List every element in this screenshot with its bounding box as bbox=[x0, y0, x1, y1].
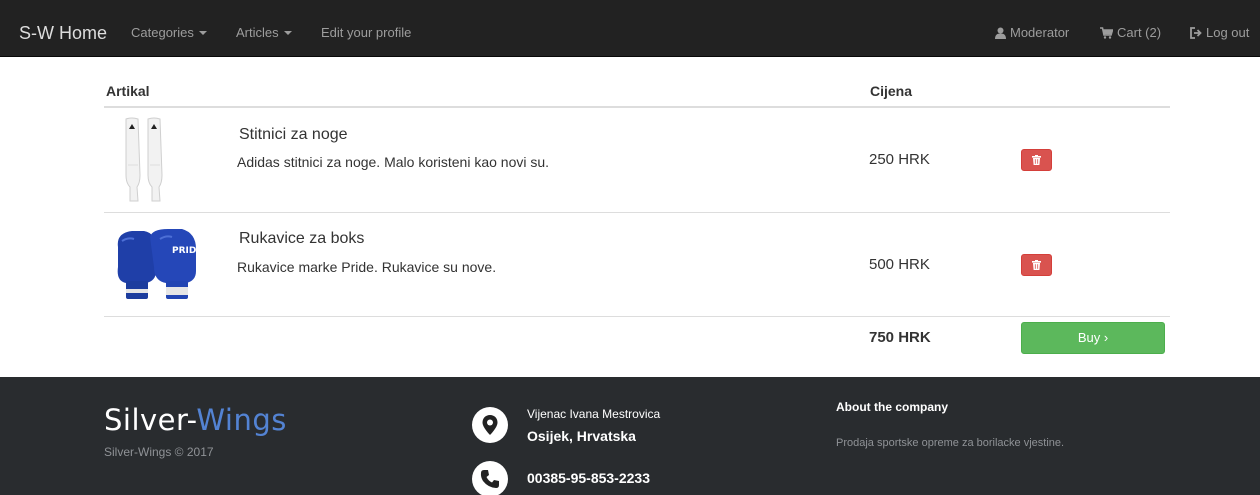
product-price: 250 HRK bbox=[869, 151, 930, 168]
about-text: Prodaja sportske opreme za borilacke vje… bbox=[836, 437, 1065, 449]
remove-item-button[interactable] bbox=[1021, 149, 1052, 171]
product-description: Adidas stitnici za noge. Malo koristeni … bbox=[237, 154, 550, 170]
column-header-item: Artikal bbox=[106, 83, 150, 99]
logout-link[interactable]: Log out bbox=[1190, 25, 1249, 41]
logo-accent-text: Wings bbox=[196, 403, 287, 437]
product-name: Rukavice za boks bbox=[239, 230, 365, 247]
phone-number: 00385-95-853-2233 bbox=[527, 470, 650, 486]
boxing-gloves-image: PRIDE bbox=[117, 229, 198, 299]
logout-label: Log out bbox=[1206, 25, 1250, 40]
user-icon bbox=[995, 27, 1006, 39]
product-description: Rukavice marke Pride. Rukavice su nove. bbox=[237, 259, 497, 275]
logout-icon bbox=[1190, 26, 1202, 39]
shin-guards-image bbox=[125, 117, 163, 202]
site-footer: Silver-Wings Silver-Wings © 2017 Vijenac… bbox=[0, 377, 1260, 495]
cart-link[interactable]: Cart (2) bbox=[1100, 25, 1161, 41]
top-navbar: S-W Home Categories Articles Edit your p… bbox=[0, 0, 1260, 57]
buy-button[interactable]: Buy › bbox=[1021, 322, 1165, 354]
address-city: Osijek, Hrvatska bbox=[527, 428, 636, 444]
product-price: 500 HRK bbox=[869, 256, 930, 273]
footer-logo: Silver-Wings bbox=[104, 403, 287, 437]
copyright: Silver-Wings © 2017 bbox=[104, 445, 214, 459]
address-street: Vijenac Ivana Mestrovica bbox=[527, 407, 661, 421]
logo-text: Silver- bbox=[104, 403, 197, 437]
edit-profile-link[interactable]: Edit your profile bbox=[321, 25, 411, 41]
articles-dropdown[interactable]: Articles bbox=[236, 25, 292, 41]
trash-icon bbox=[1032, 155, 1041, 165]
phone-icon bbox=[472, 461, 508, 495]
user-link[interactable]: Moderator bbox=[995, 25, 1069, 41]
remove-item-button[interactable] bbox=[1021, 254, 1052, 276]
header-divider bbox=[104, 106, 1170, 108]
cart-icon bbox=[1100, 26, 1113, 39]
svg-text:PRIDE: PRIDE bbox=[172, 246, 198, 256]
row-divider bbox=[104, 316, 1170, 317]
cart-total: 750 HRK bbox=[869, 329, 931, 346]
about-title: About the company bbox=[836, 400, 949, 414]
categories-dropdown[interactable]: Categories bbox=[131, 25, 207, 41]
chevron-down-icon bbox=[283, 30, 292, 35]
categories-label: Categories bbox=[131, 25, 194, 40]
product-name: Stitnici za noge bbox=[239, 126, 348, 143]
cart-label: Cart (2) bbox=[1117, 25, 1162, 40]
trash-icon bbox=[1032, 260, 1041, 270]
user-label: Moderator bbox=[1010, 25, 1070, 40]
articles-label: Articles bbox=[236, 25, 279, 40]
chevron-down-icon bbox=[198, 30, 207, 35]
column-header-price: Cijena bbox=[870, 83, 913, 99]
brand-link[interactable]: S-W Home bbox=[19, 22, 107, 44]
location-icon bbox=[472, 407, 508, 443]
row-divider bbox=[104, 212, 1170, 213]
